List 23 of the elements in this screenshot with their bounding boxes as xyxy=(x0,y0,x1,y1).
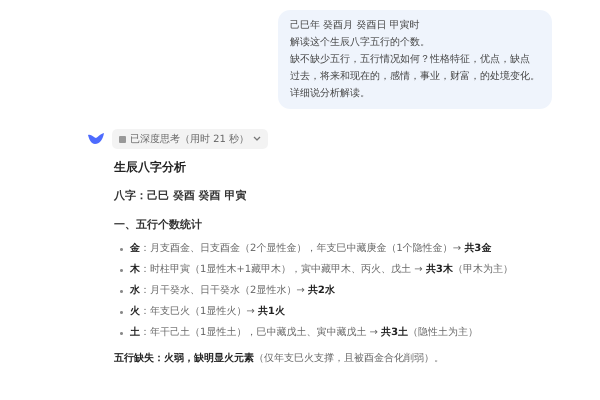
bullet-dot xyxy=(120,332,123,334)
thinking-toggle[interactable]: 已深度思考（用时 21 秒） xyxy=(112,129,268,149)
bazi-line: 八字：己巳 癸酉 癸酉 甲寅 xyxy=(114,188,248,203)
answer-title: 生辰八字分析 xyxy=(114,159,187,176)
whale-logo-icon xyxy=(88,133,104,145)
bullet-text: 火：年支巳火（1显性火）→ 共1火 xyxy=(130,305,285,319)
bullet-text: 水：月干癸水、日干癸水（2显性水）→ 共2水 xyxy=(130,284,335,298)
chevron-icon xyxy=(253,136,262,142)
bullet-dot xyxy=(120,290,123,292)
bullet-dot xyxy=(120,268,123,272)
bullet-text: 木：时柱甲寅（1显性木+1藏甲木），寅中藏甲木、丙火、戊土 → 共3木（甲木为主） xyxy=(130,263,513,277)
message-line: 过去，将来和现在的，感情，事业，财富，的处境变化。 xyxy=(290,70,540,84)
message-line: 解读这个生辰八字五行的个数。 xyxy=(290,36,431,50)
thinking-icon xyxy=(119,136,126,142)
section-heading: 一、五行个数统计 xyxy=(114,217,203,232)
bullet-text: 金：月支酉金、日支酉金（2个显性金），年支巳中藏庚金（1个隐性金）→ 共3金 xyxy=(130,242,492,256)
summary-text: 五行缺失：火弱，缺明显火元素（仅年支巳火支撑，且被酉金合化削弱）。 xyxy=(114,352,445,366)
bullet-dot xyxy=(120,310,123,314)
bullet-dot xyxy=(120,248,123,250)
message-line: 缺不缺少五行，五行情况如何？性格特征，优点，缺点 xyxy=(290,52,531,67)
message-line: 详细说分析解读。 xyxy=(290,86,371,101)
message-line: 己巳年 癸酉月 癸酉日 甲寅时 xyxy=(290,18,421,33)
bullet-text: 土：年干己土（1显性土），巳中藏戊土、寅中藏戊土 → 共3土（隐性土为主） xyxy=(130,326,478,340)
